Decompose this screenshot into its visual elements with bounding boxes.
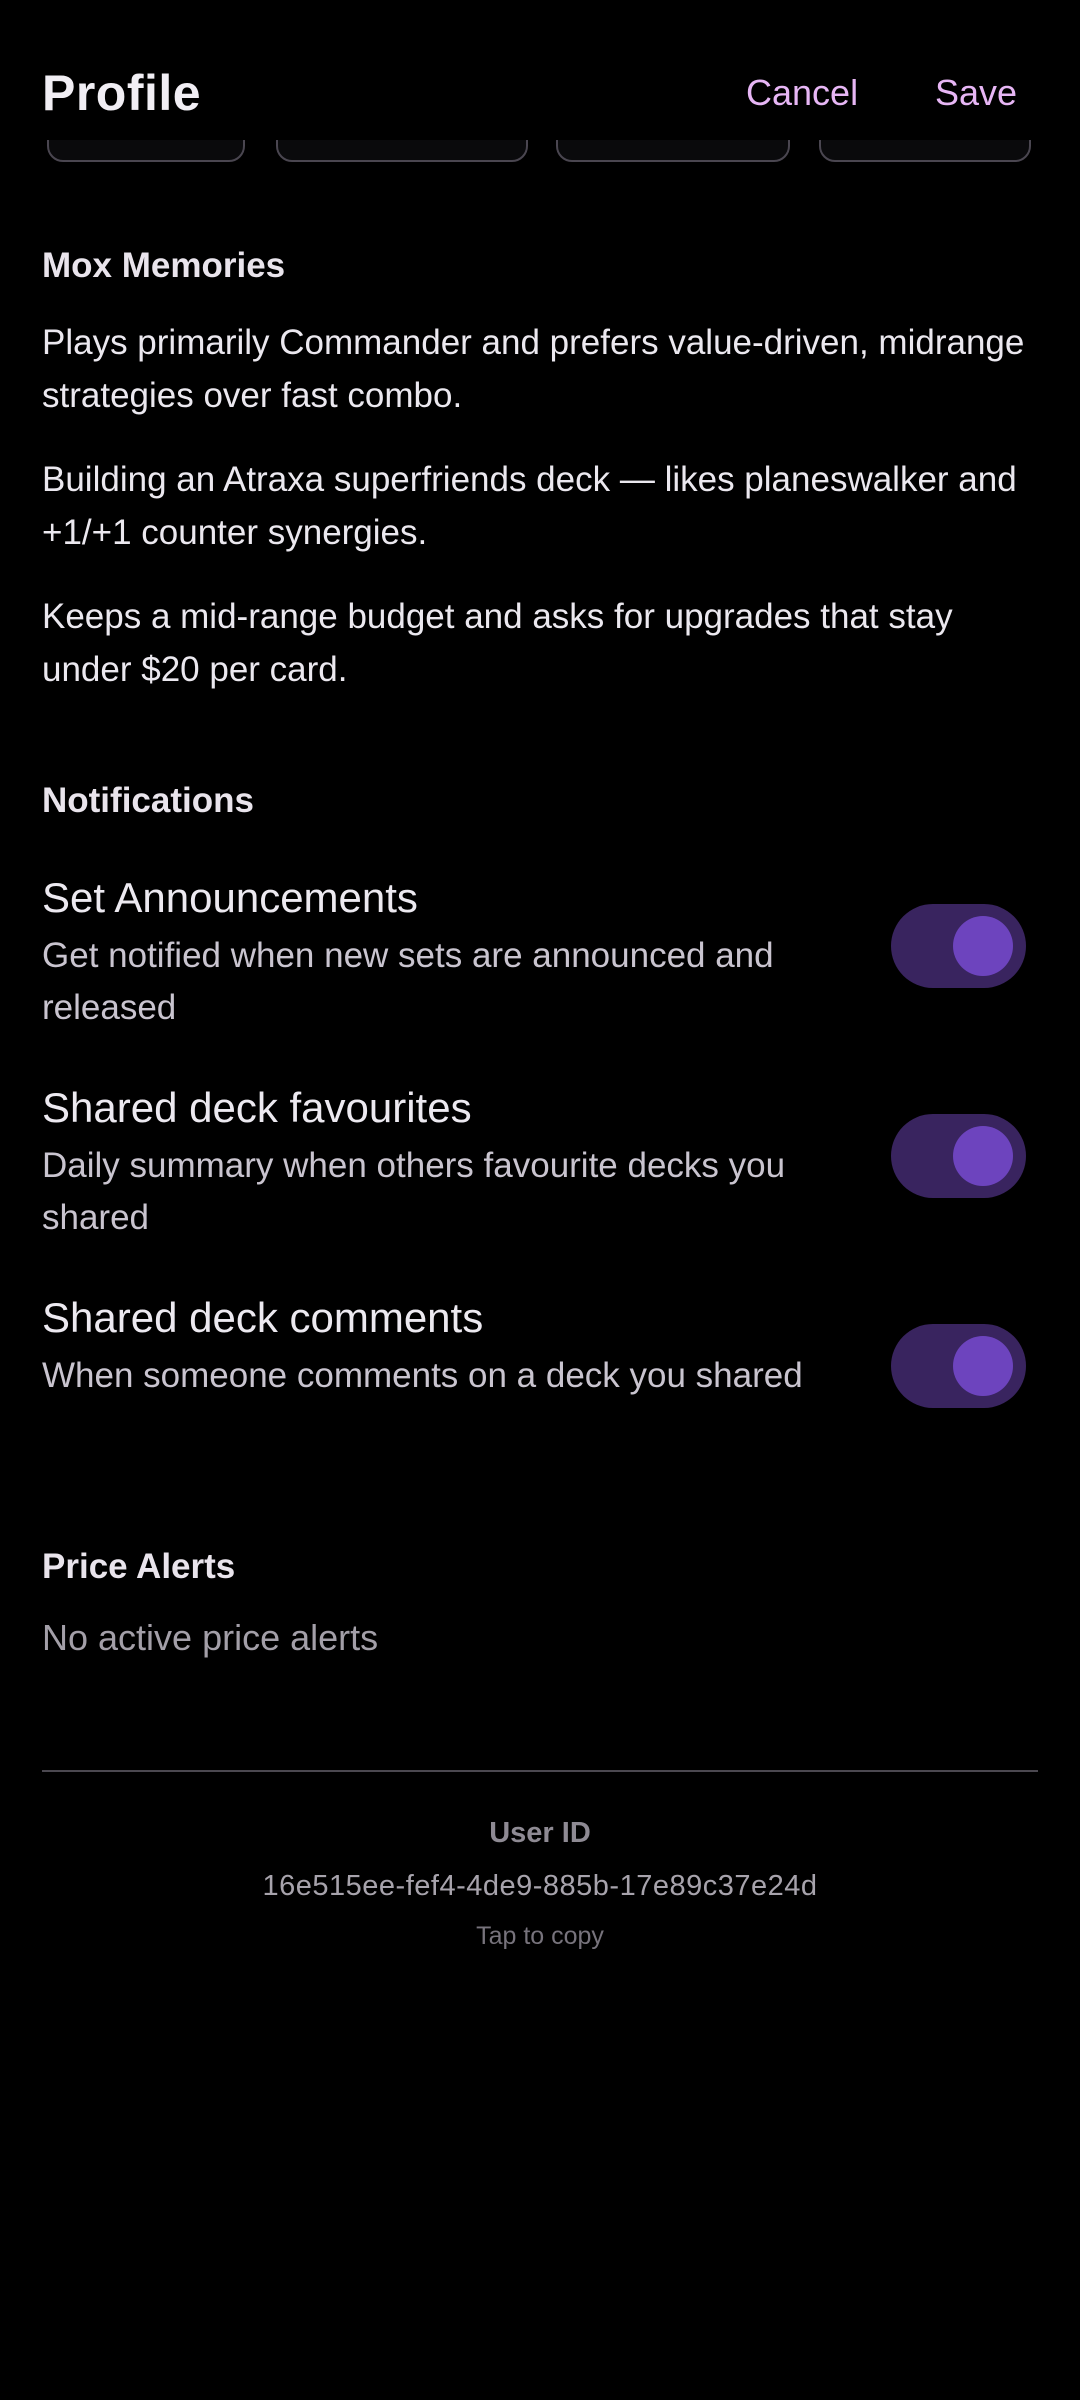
price-alerts-empty-text: No active price alerts xyxy=(42,1617,379,1658)
save-button[interactable]: Save xyxy=(935,72,1017,114)
notification-setting-shared-deck-comments: Shared deck comments When someone commen… xyxy=(42,1294,1038,1454)
notification-description: Daily summary when others favourite deck… xyxy=(42,1146,786,1237)
toggle-knob xyxy=(953,1336,1013,1396)
tap-to-copy-hint: Tap to copy xyxy=(476,1922,604,1950)
set-announcements-toggle[interactable] xyxy=(891,904,1026,988)
price-alerts-section-title: Price Alerts xyxy=(42,1547,236,1586)
memories-section-title: Mox Memories xyxy=(42,246,286,285)
notification-setting-set-announcements: Set Announcements Get notified when new … xyxy=(42,874,1038,1034)
user-id-value[interactable]: 16e515ee-fef4-4de9-885b-17e89c37e24d xyxy=(0,1870,1080,1903)
memory-item: Keeps a mid-range budget and asks for up… xyxy=(42,597,953,689)
cancel-button[interactable]: Cancel xyxy=(746,72,858,114)
shared-deck-favourites-toggle[interactable] xyxy=(891,1114,1026,1198)
memory-item: Plays primarily Commander and prefers va… xyxy=(42,323,1025,415)
notification-description: Get notified when new sets are announced… xyxy=(42,936,774,1027)
page-title: Profile xyxy=(42,65,202,121)
notification-title: Set Announcements xyxy=(42,874,418,921)
notification-title: Shared deck comments xyxy=(42,1294,484,1341)
toggle-knob xyxy=(953,1126,1013,1186)
toggle-knob xyxy=(953,916,1013,976)
notification-setting-shared-deck-favourites: Shared deck favourites Daily summary whe… xyxy=(42,1084,1038,1244)
memory-item: Building an Atraxa superfriends deck — l… xyxy=(42,460,1017,552)
notification-description: When someone comments on a deck you shar… xyxy=(42,1356,803,1395)
divider xyxy=(42,1770,1038,1772)
notifications-section-title: Notifications xyxy=(42,781,254,820)
top-app-bar: Profile Cancel Save xyxy=(0,0,1080,140)
notification-title: Shared deck favourites xyxy=(42,1084,472,1131)
shared-deck-comments-toggle[interactable] xyxy=(891,1324,1026,1408)
user-id-label: User ID xyxy=(489,1817,591,1849)
